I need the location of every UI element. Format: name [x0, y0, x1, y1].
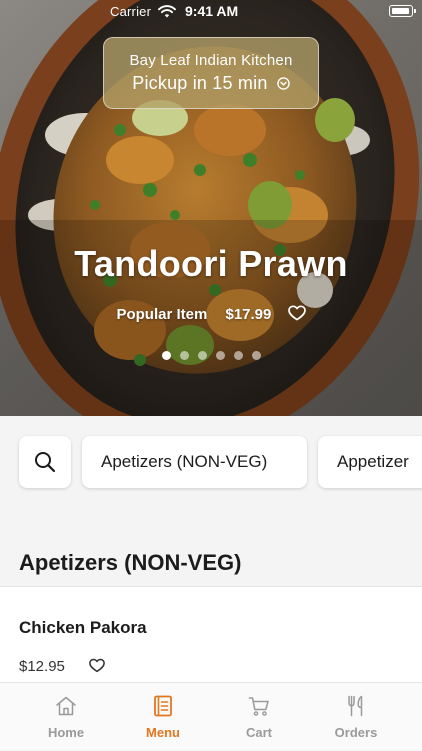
menu-item-price: $12.95 [19, 658, 65, 675]
pickup-time: Pickup in 15 min [104, 73, 318, 94]
tab-label: Orders [334, 725, 378, 740]
tab-label: Menu [146, 725, 180, 740]
carousel-pager[interactable] [0, 351, 422, 360]
category-chip[interactable]: Appetizer [318, 436, 422, 488]
carousel-dot[interactable] [179, 351, 189, 360]
featured-item-meta: Popular Item $17.99 [0, 305, 422, 323]
section-title: Apetizers (NON-VEG) [19, 550, 242, 575]
tab-bar: Home Menu Cart Orders [0, 682, 422, 750]
menu-book-icon [154, 695, 172, 717]
tab-menu[interactable]: Menu [115, 683, 211, 751]
hero-banner[interactable]: Carrier 9:41 AM Bay Leaf Indian Kitchen … [0, 0, 422, 416]
wifi-icon [158, 5, 176, 18]
pickup-label: Pickup in 15 min [132, 73, 268, 93]
battery-icon [389, 5, 416, 17]
tab-label: Cart [245, 725, 272, 740]
popular-tag: Popular Item [116, 306, 208, 323]
category-chip[interactable]: Apetizers (NON-VEG) [82, 436, 307, 488]
menu-list: Chicken Pakora $12.95 [0, 586, 422, 682]
favorite-heart-icon[interactable] [89, 658, 105, 673]
carrier-label: Carrier [110, 4, 152, 19]
status-bar: Carrier 9:41 AM [0, 0, 422, 24]
clock: 9:41 AM [185, 3, 239, 19]
featured-item-title: Tandoori Prawn [74, 243, 348, 284]
tab-label: Home [47, 725, 85, 740]
carousel-dot[interactable] [161, 351, 171, 360]
category-bar: Apetizers (NON-VEG) Appetizer [0, 416, 422, 510]
carousel-dot[interactable] [197, 351, 207, 360]
store-selector[interactable]: Bay Leaf Indian Kitchen Pickup in 15 min [103, 37, 319, 109]
chevron-down-circle-icon [276, 77, 290, 90]
cart-icon [248, 697, 269, 716]
menu-item-name: Chicken Pakora [19, 618, 147, 637]
home-icon [56, 696, 76, 716]
tab-cart[interactable]: Cart [211, 683, 307, 751]
featured-price: $17.99 [225, 306, 272, 323]
carousel-dot[interactable] [215, 351, 225, 360]
carousel-dot[interactable] [233, 351, 243, 360]
carousel-dot[interactable] [251, 351, 261, 360]
store-name: Bay Leaf Indian Kitchen [129, 52, 293, 69]
fork-knife-icon [348, 695, 363, 717]
search-button[interactable] [19, 436, 71, 488]
favorite-heart-icon[interactable] [287, 305, 306, 321]
tab-orders[interactable]: Orders [308, 683, 404, 751]
section-header: Apetizers (NON-VEG) [0, 510, 422, 586]
tab-home[interactable]: Home [18, 683, 114, 751]
search-icon [35, 452, 56, 473]
